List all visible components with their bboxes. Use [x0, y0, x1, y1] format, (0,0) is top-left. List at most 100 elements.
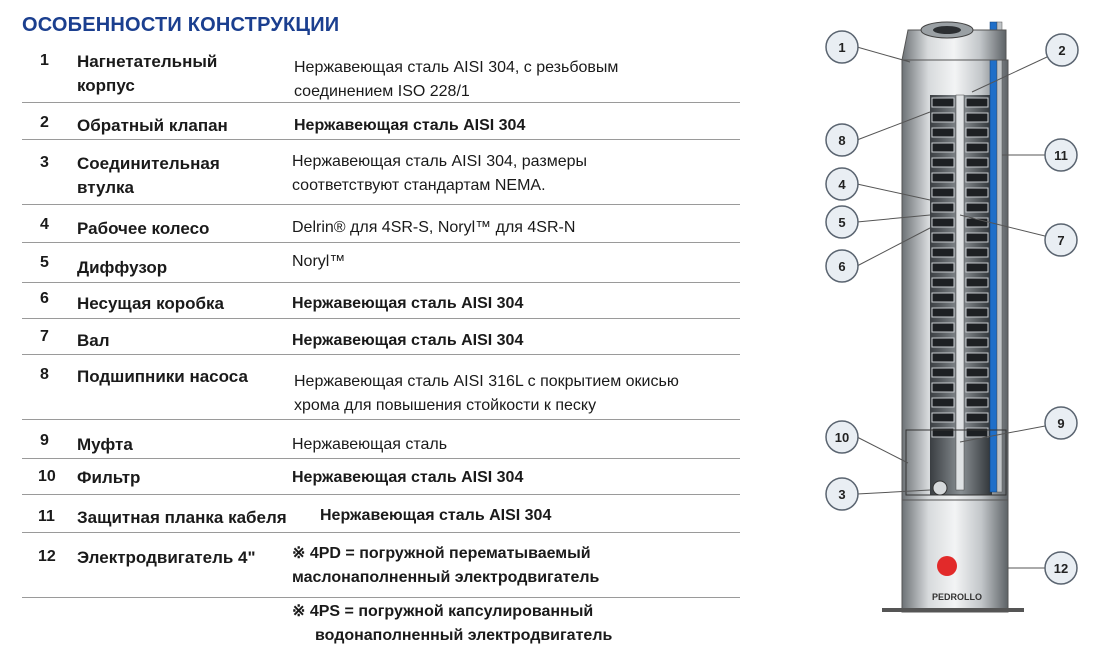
footnote-4ps: ※ 4PS = погружной капсулированный водона…	[292, 600, 612, 648]
callout-4: 4	[825, 167, 859, 201]
impeller-stage	[931, 352, 955, 363]
impeller-stage	[931, 307, 955, 318]
row-description: Нержавеющая сталь AISI 304	[294, 117, 526, 134]
impeller-stage	[931, 292, 955, 303]
impeller-stage	[931, 427, 955, 438]
impeller-stage	[965, 262, 989, 273]
row-description: Нержавеющая сталь AISI 304	[292, 469, 524, 486]
callout-5: 5	[825, 205, 859, 239]
impeller-stage	[931, 127, 955, 138]
discharge-bore	[933, 26, 961, 34]
impeller-stage	[931, 217, 955, 228]
impeller-stage	[965, 427, 989, 438]
impeller-stage	[931, 157, 955, 168]
callout-10: 10	[825, 420, 859, 454]
row-number: 5	[40, 254, 49, 271]
impeller-stage	[965, 187, 989, 198]
impeller-stage	[931, 277, 955, 288]
callout-label: 12	[1054, 561, 1068, 576]
callout-label: 11	[1054, 148, 1068, 163]
row-name: Электродвигатель 4"	[77, 548, 256, 567]
row-name: Подшипники насоса	[77, 367, 248, 386]
impeller-stage	[931, 112, 955, 123]
impeller-stage	[931, 187, 955, 198]
row-description: Нержавеющая сталь AISI 304	[292, 332, 524, 349]
row-number: 1	[40, 52, 49, 69]
callout-label: 1	[838, 40, 845, 55]
impeller-stage	[931, 142, 955, 153]
table-row: 9 Муфта Нержавеющая сталь	[22, 430, 740, 459]
row-name-line: Соединительная	[77, 154, 220, 173]
impeller-stage	[965, 367, 989, 378]
impeller-stage	[965, 412, 989, 423]
table-row: 8 Подшипники насоса Нержавеющая сталь AI…	[22, 362, 740, 420]
impeller-stage	[965, 112, 989, 123]
impeller-stage	[931, 262, 955, 273]
row-desc-line: ※ 4PD = погружной перематываемый	[292, 545, 591, 562]
callout-7: 7	[1044, 223, 1078, 257]
callout-label: 9	[1057, 416, 1064, 431]
row-desc-line: Нержавеющая сталь AISI 316L с покрытием …	[294, 373, 679, 390]
impeller-stage	[965, 322, 989, 333]
impeller-stage	[931, 397, 955, 408]
callout-label: 8	[838, 133, 845, 148]
table-row: 4 Рабочее колесо Delrin® для 4SR-S, Nory…	[22, 212, 740, 243]
callout-9: 9	[1044, 406, 1078, 440]
row-name: Несущая коробка	[77, 294, 224, 313]
impeller-stage	[965, 97, 989, 108]
brand-logo	[937, 556, 957, 576]
row-description: Нержавеющая сталь AISI 304, размеры соот…	[292, 150, 587, 198]
row-number: 4	[40, 216, 49, 233]
row-name-line: Нагнетательный	[77, 52, 218, 71]
row-name: Диффузор	[77, 258, 168, 277]
impeller-stage	[931, 97, 955, 108]
impeller-stage	[965, 247, 989, 258]
brand-name: PEDROLLO	[932, 592, 982, 602]
row-name: Рабочее колесо	[77, 219, 210, 238]
table-row: 2 Обратный клапан Нержавеющая сталь AISI…	[22, 112, 740, 140]
callout-12: 12	[1044, 551, 1078, 585]
callout-label: 10	[835, 430, 849, 445]
footnote-line: ※ 4PS = погружной капсулированный	[292, 603, 594, 620]
table-row: 11 Защитная планка кабеля Нержавеющая ст…	[22, 500, 740, 533]
row-number: 12	[38, 548, 56, 565]
row-description: Нержавеющая сталь	[292, 436, 448, 453]
table-row: 3 Соединительная втулка Нержавеющая стал…	[22, 148, 740, 205]
row-number: 3	[40, 154, 49, 171]
table-row: 5 Диффузор Noryl™	[22, 248, 740, 283]
impeller-stage	[931, 172, 955, 183]
callout-3: 3	[825, 477, 859, 511]
impeller-stage	[965, 307, 989, 318]
row-number: 2	[40, 114, 49, 131]
impeller-stage	[931, 322, 955, 333]
impeller-stage	[931, 202, 955, 213]
table-row: 7 Вал Нержавеющая сталь AISI 304	[22, 324, 740, 355]
pump-diagram: PEDROLLO 1 28114576109312	[825, 21, 1079, 613]
row-number: 8	[40, 366, 49, 383]
footnote-line: водонаполненный электродвигатель	[315, 627, 613, 644]
shaft	[955, 94, 965, 491]
row-number: 7	[40, 328, 49, 345]
cable-guard-plate	[996, 21, 1003, 493]
row-number: 9	[40, 432, 49, 449]
callout-label: 3	[838, 487, 845, 502]
row-name: Нагнетательный корпус	[77, 50, 217, 98]
row-description: Нержавеющая сталь AISI 316L с покрытием …	[294, 370, 679, 418]
row-desc-line: соединением ISO 228/1	[294, 83, 470, 100]
callout-2: 2	[1045, 33, 1079, 67]
row-description: Нержавеющая сталь AISI 304	[320, 507, 552, 524]
impeller-stage	[965, 142, 989, 153]
row-name: Муфта	[77, 435, 133, 454]
callout-label: 5	[838, 215, 845, 230]
row-name-line: втулка	[77, 178, 134, 197]
impeller-stage	[931, 412, 955, 423]
impeller-stage	[965, 352, 989, 363]
callout-8: 8	[825, 123, 859, 157]
row-name: Вал	[77, 331, 110, 350]
impeller-stage	[931, 232, 955, 243]
row-desc-line: хрома для повышения стойкости к песку	[294, 397, 597, 414]
table-row: 12 Электродвигатель 4" ※ 4PD = погружной…	[22, 538, 740, 598]
coupling	[932, 480, 948, 496]
impeller-stage	[931, 367, 955, 378]
row-number: 6	[40, 290, 49, 307]
